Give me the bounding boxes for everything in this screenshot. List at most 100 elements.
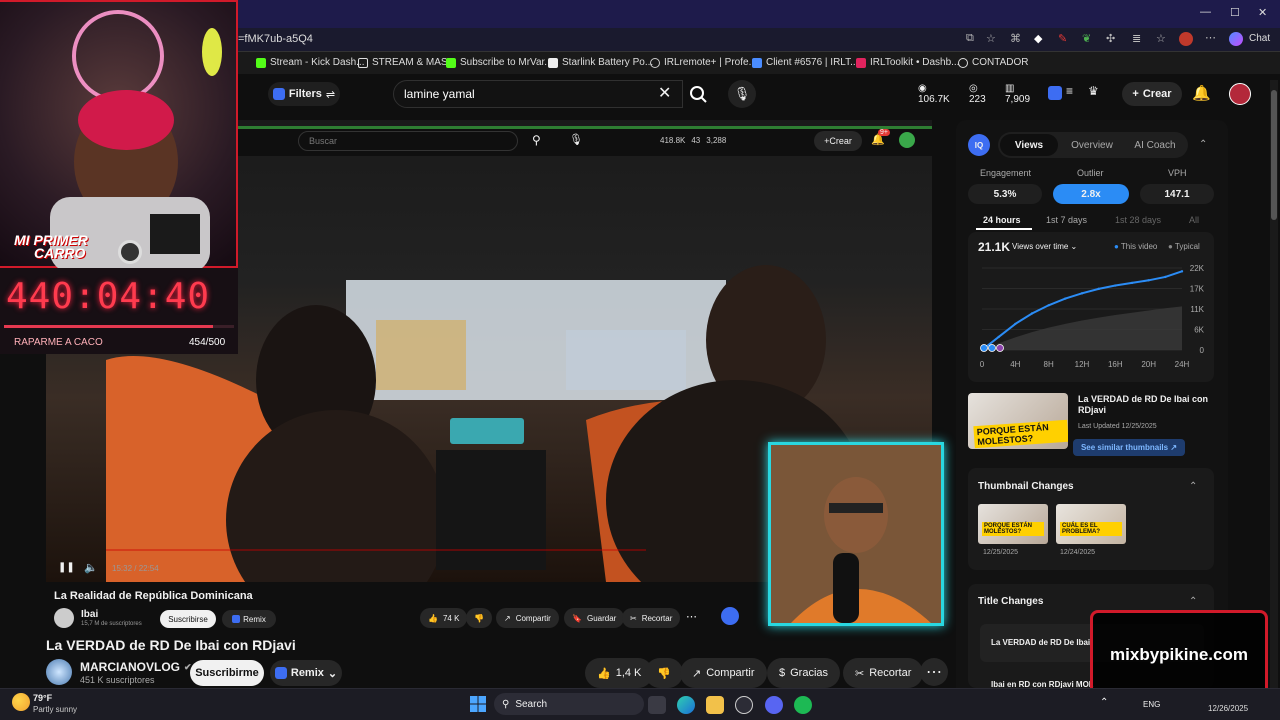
channel-name-row[interactable]: MARCIANOVLOG ✔ bbox=[80, 660, 192, 674]
favorites-list-icon[interactable]: ≣ bbox=[1132, 32, 1141, 45]
channel-name[interactable]: MARCIANOVLOG bbox=[80, 660, 180, 674]
see-similar-thumbnails-button[interactable]: See similar thumbnails ↗ bbox=[1073, 439, 1185, 456]
clip-button[interactable]: ✂ Recortar bbox=[843, 658, 924, 688]
more-menu-icon[interactable]: ⋯ bbox=[1205, 31, 1216, 44]
collapse-titles-icon[interactable]: ⌃ bbox=[1189, 596, 1197, 607]
inner-save-button[interactable]: 🔖 Guardar bbox=[564, 608, 625, 628]
extension-diamond-icon[interactable]: ◆ bbox=[1034, 32, 1042, 45]
inner-create-button[interactable]: + Crear bbox=[814, 131, 862, 151]
clear-search-icon[interactable]: ✕ bbox=[658, 83, 671, 103]
minimize-icon[interactable]: — bbox=[1200, 6, 1211, 18]
inner-avatar[interactable] bbox=[899, 132, 915, 148]
bookmark-item[interactable]: Subscribe to MrVar... bbox=[446, 57, 553, 68]
inner-search-input[interactable]: Buscar bbox=[298, 131, 518, 151]
bookmark-item[interactable]: Stream - Kick Dash... bbox=[256, 57, 364, 68]
bookmark-item[interactable]: IRLremote+ | Profe... bbox=[650, 57, 757, 68]
bookmark-item[interactable]: Client #6576 | IRLT... bbox=[752, 57, 858, 68]
inner-more-icon[interactable]: ⋯ bbox=[686, 610, 697, 623]
like-button[interactable]: 👍 1,4 K bbox=[585, 658, 654, 688]
inner-notification-badge: 9+ bbox=[878, 129, 890, 136]
legend-this-video: ● This video bbox=[1114, 242, 1158, 251]
pause-icon[interactable]: ❚❚ bbox=[58, 562, 75, 573]
range-7-days[interactable]: 1st 7 days bbox=[1046, 215, 1087, 225]
url-text[interactable]: =fMK7ub-a5Q4 bbox=[238, 33, 313, 45]
collections-icon[interactable]: ☆ bbox=[1156, 32, 1166, 45]
inner-microphone-icon[interactable]: 🎙 bbox=[569, 133, 583, 146]
range-all[interactable]: All bbox=[1189, 215, 1199, 225]
dislike-button[interactable]: 👎 bbox=[645, 658, 683, 688]
page-scrollbar[interactable] bbox=[1270, 80, 1278, 690]
collapse-thumbnails-icon[interactable]: ⌃ bbox=[1189, 481, 1197, 492]
obs-icon[interactable] bbox=[735, 696, 753, 714]
video-thumbnail[interactable]: PORQUE ESTÁN MOLESTOS? bbox=[968, 393, 1068, 449]
bookmark-item[interactable]: Starlink Battery Po... bbox=[548, 57, 653, 68]
profile-avatar[interactable] bbox=[1179, 32, 1193, 46]
scrollbar-thumb[interactable] bbox=[1271, 90, 1277, 220]
inner-iq-icon[interactable] bbox=[721, 607, 739, 625]
extension-leaf-icon[interactable]: ❦ bbox=[1082, 32, 1091, 45]
favorite-star-icon[interactable]: ☆ bbox=[986, 32, 996, 45]
file-explorer-icon[interactable] bbox=[706, 696, 724, 714]
inner-channel-avatar[interactable] bbox=[54, 608, 74, 628]
share-button[interactable]: ↗ Compartir bbox=[680, 658, 767, 688]
remix-button[interactable]: Remix ⌄ bbox=[270, 660, 342, 686]
spotify-icon[interactable] bbox=[794, 696, 812, 714]
inner-clip-button[interactable]: ✂ Recortar bbox=[622, 608, 681, 628]
weather-temp[interactable]: 79°F bbox=[33, 693, 52, 703]
volume-icon[interactable]: 🔈 bbox=[84, 561, 98, 574]
inner-subscribe-button[interactable]: Suscribirse bbox=[160, 610, 216, 628]
subscribe-button[interactable]: Suscribirme bbox=[190, 660, 264, 686]
iq-icon[interactable] bbox=[1048, 86, 1062, 100]
filters-button[interactable]: Filters ⇌ bbox=[268, 82, 340, 106]
list-icon[interactable]: ≡ bbox=[1066, 84, 1073, 98]
account-avatar[interactable] bbox=[1229, 83, 1251, 105]
notifications-bell-icon[interactable]: 🔔 bbox=[1192, 84, 1211, 102]
views-select[interactable]: Views over time ⌄ bbox=[1012, 242, 1077, 251]
task-view-icon[interactable] bbox=[648, 696, 666, 714]
extension-pen-icon[interactable]: ✎ bbox=[1058, 32, 1067, 45]
close-icon[interactable]: ✕ bbox=[1258, 6, 1267, 19]
bookmark-item[interactable]: CONTADOR bbox=[958, 57, 1028, 68]
tray-chevron-icon[interactable]: ⌃ bbox=[1100, 697, 1108, 708]
inner-remix-button[interactable]: Remix bbox=[222, 610, 276, 628]
thumbnail-changes-title: Thumbnail Changes bbox=[978, 481, 1074, 492]
range-24h[interactable]: 24 hours bbox=[983, 215, 1021, 225]
chevron-up-icon[interactable]: ⌃ bbox=[1199, 139, 1207, 150]
discord-icon[interactable] bbox=[765, 696, 783, 714]
taskbar-search[interactable]: ⚲ Search bbox=[494, 693, 644, 715]
copilot-icon[interactable] bbox=[1229, 32, 1243, 46]
inner-search-icon[interactable]: ⚲ bbox=[532, 133, 541, 147]
chat-label[interactable]: Chat bbox=[1249, 33, 1270, 44]
inner-share-button[interactable]: ↗ Compartir bbox=[496, 608, 559, 628]
more-actions-button[interactable]: ⋯ bbox=[920, 658, 948, 686]
search-input[interactable]: lamine yamal bbox=[393, 80, 683, 108]
thumbnail-change-1[interactable]: PORQUE ESTÁN MOLESTOS? bbox=[978, 504, 1048, 544]
channel-avatar[interactable] bbox=[46, 659, 72, 685]
create-button[interactable]: + Crear bbox=[1122, 82, 1182, 106]
tab-overview[interactable]: Overview bbox=[1064, 134, 1120, 156]
inner-dislike-button[interactable]: 👎 bbox=[466, 608, 492, 628]
inner-like-button[interactable]: 👍 74 K bbox=[420, 608, 468, 628]
maximize-icon[interactable]: ☐ bbox=[1230, 6, 1240, 19]
edge-icon[interactable] bbox=[677, 696, 695, 714]
tab-ai-coach[interactable]: AI Coach bbox=[1126, 134, 1184, 156]
start-button[interactable] bbox=[469, 695, 487, 713]
voice-search-button[interactable]: 🎙 bbox=[728, 80, 756, 108]
extension-icon[interactable]: ⌘ bbox=[1010, 32, 1021, 45]
thanks-button[interactable]: $ Gracias bbox=[767, 658, 841, 688]
bookmark-item[interactable]: IRLToolkit • Dashb... bbox=[856, 57, 959, 68]
taskbar-date[interactable]: 12/26/2025 bbox=[1208, 704, 1248, 713]
trophy-icon[interactable]: ♛ bbox=[1088, 84, 1099, 98]
language-indicator[interactable]: ENG bbox=[1143, 700, 1160, 709]
search-button[interactable] bbox=[683, 80, 713, 108]
inner-channel-name[interactable]: Ibai bbox=[81, 609, 98, 620]
share-page-icon[interactable]: ⧉ bbox=[966, 32, 974, 45]
scissors-icon: ✂ bbox=[630, 613, 637, 623]
range-28-days[interactable]: 1st 28 days bbox=[1115, 215, 1161, 225]
range-underline bbox=[976, 228, 1032, 230]
thumbnail-change-2[interactable]: CUÁL ES EL PROBLEMA? bbox=[1056, 504, 1126, 544]
tab-views[interactable]: Views bbox=[1000, 134, 1058, 156]
last-updated: Last Updated 12/25/2025 bbox=[1078, 423, 1157, 430]
extensions-puzzle-icon[interactable]: ✣ bbox=[1106, 32, 1115, 45]
bookmark-item[interactable]: STREAM & MAS bbox=[358, 57, 448, 68]
